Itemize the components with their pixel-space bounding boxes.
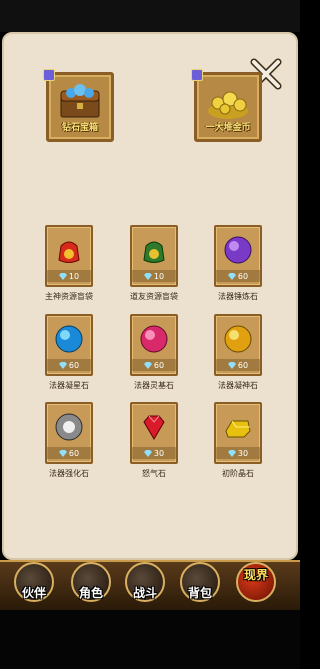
item-card[interactable]: 60 [45,314,93,376]
purple-orb-icon [224,236,252,264]
silver-orb-icon [55,413,83,441]
price-value: 60 [68,448,80,458]
price-value: 60 [68,360,80,370]
chest-label: 一大堆金币 [205,123,251,133]
price-value: 10 [68,271,80,281]
item-card[interactable]: 60 [130,314,178,376]
gold-coins-icon [208,91,248,119]
price-value: 60 [237,271,249,281]
item-name: 法器强化石 [49,469,89,478]
badge-icon [191,69,203,81]
top-strip [0,0,300,32]
badge-icon [43,69,55,81]
price-value: 60 [153,360,165,370]
item-name: 初阶晶石 [222,469,254,478]
nav-role-label: 角色 [78,586,103,600]
item-name: 法器凝星石 [49,381,89,390]
item-card[interactable]: 30 [130,402,178,464]
item-card[interactable]: 60 [214,314,262,376]
item-card[interactable]: 60 [214,225,262,287]
diamond-icon [227,272,236,280]
gold-orb-icon [224,325,252,353]
price-value: 60 [237,360,249,370]
diamond-icon [227,449,236,457]
ruby-gem-icon [143,415,165,440]
item-name: 主神资源盲袋 [45,292,93,301]
item-card[interactable]: 10 [45,225,93,287]
nav-bag-label: 背包 [187,586,212,600]
price-tag: 30 [132,447,176,459]
gold-ingot-icon [225,420,251,438]
price-value: 30 [153,448,165,458]
item-name: 法器灵基石 [134,381,174,390]
nav-partner-label: 伙伴 [21,586,46,600]
diamond-chest-card[interactable]: 钻石宝箱 [43,69,114,142]
item-name: 法器锤炼石 [218,292,258,301]
bottom-black-area [0,610,300,669]
diamond-icon [227,361,236,369]
price-tag: 10 [47,270,91,282]
price-tag: 60 [216,270,260,282]
diamond-icon [58,449,67,457]
price-tag: 60 [216,359,260,371]
pink-orb-icon [140,325,168,353]
item-name: 道友资源盲袋 [130,292,178,301]
nav-battle-label: 战斗 [132,586,157,600]
item-card[interactable]: 60 [45,402,93,464]
red-bag-icon [58,241,80,263]
diamond-icon [58,361,67,369]
price-tag: 60 [47,447,91,459]
diamond-icon [143,361,152,369]
item-card[interactable]: 10 [130,225,178,287]
gold-coins-card[interactable]: 一大堆金币 [191,69,262,142]
blue-orb-icon [55,325,83,353]
item-card[interactable]: 30 [214,402,262,464]
diamond-icon [143,272,152,280]
price-value: 30 [237,448,249,458]
chest-label: 钻石宝箱 [61,123,98,133]
diamond-icon [143,449,152,457]
price-tag: 60 [132,359,176,371]
diamond-icon [58,272,67,280]
price-tag: 60 [47,359,91,371]
item-name: 法器凝神石 [218,381,258,390]
price-tag: 30 [216,447,260,459]
treasure-chest-icon [60,84,100,118]
green-bag-icon [143,241,165,263]
price-tag: 10 [132,270,176,282]
item-name: 怒气石 [142,469,166,478]
nav-other-label: 现界 [243,568,268,582]
price-value: 10 [153,271,165,281]
